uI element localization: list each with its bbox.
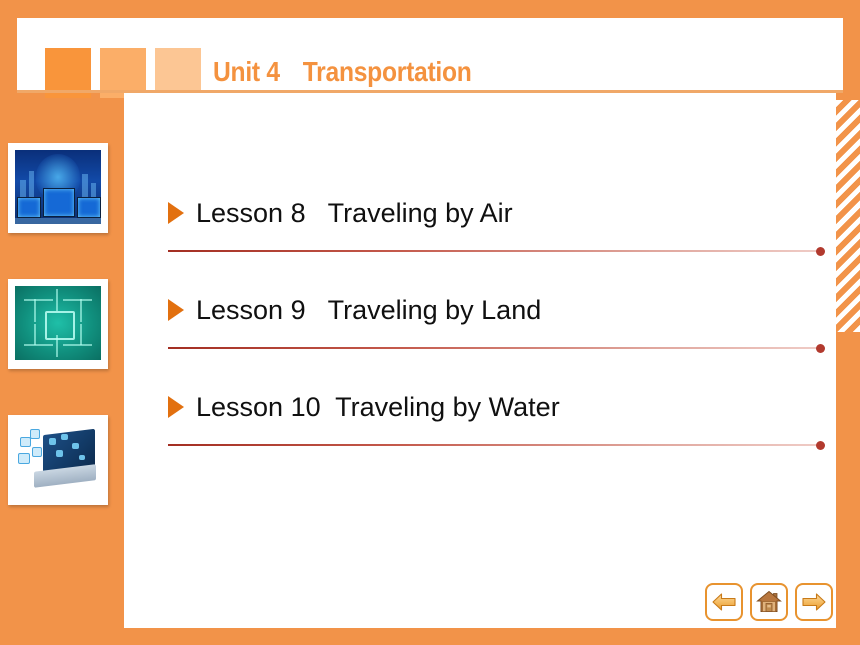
lesson-label: Lesson 8 Traveling by Air (196, 197, 513, 228)
lesson-divider (168, 344, 825, 353)
lesson-item-10[interactable]: Lesson 10 Traveling by Water (168, 379, 828, 476)
divider-line (168, 250, 816, 252)
thumbnail-monitors-image (15, 150, 101, 224)
triangle-bullet-icon (168, 202, 184, 224)
unit-title: Transportation (302, 56, 472, 87)
forward-button[interactable] (795, 583, 833, 621)
triangle-bullet-icon (168, 299, 184, 321)
thumbnail-laptop[interactable] (8, 415, 108, 505)
slide: Unit 4 Transportation Lesson 8 Traveling… (0, 0, 860, 645)
divider-line (168, 444, 816, 446)
thumbnail-laptop-image (15, 422, 101, 496)
lesson-divider (168, 247, 825, 256)
forward-arrow-icon (802, 593, 826, 611)
lesson-item-9[interactable]: Lesson 9 Traveling by Land (168, 282, 828, 379)
unit-label: Unit 4 (213, 56, 280, 87)
lesson-list: Lesson 8 Traveling by Air Lesson 9 Trave… (168, 185, 828, 476)
thumbnail-monitors[interactable] (8, 143, 108, 233)
divider-line (168, 347, 816, 349)
lesson-item-8[interactable]: Lesson 8 Traveling by Air (168, 185, 828, 282)
home-button[interactable] (750, 583, 788, 621)
lesson-label: Lesson 10 Traveling by Water (196, 391, 560, 422)
navigation-bar (705, 583, 833, 621)
lesson-divider (168, 441, 825, 450)
back-arrow-icon (712, 593, 736, 611)
thumbnail-circuit-image (15, 286, 101, 360)
divider-dot-icon (816, 441, 825, 450)
triangle-bullet-icon (168, 396, 184, 418)
page-title: Unit 4 Transportation (213, 56, 472, 88)
diagonal-stripe-decoration (836, 100, 860, 332)
home-icon (756, 590, 782, 612)
back-button[interactable] (705, 583, 743, 621)
divider-dot-icon (816, 247, 825, 256)
lesson-label: Lesson 9 Traveling by Land (196, 294, 542, 325)
header-bar: Unit 4 Transportation (17, 18, 843, 98)
divider-dot-icon (816, 344, 825, 353)
thumbnail-circuit[interactable] (8, 279, 108, 369)
